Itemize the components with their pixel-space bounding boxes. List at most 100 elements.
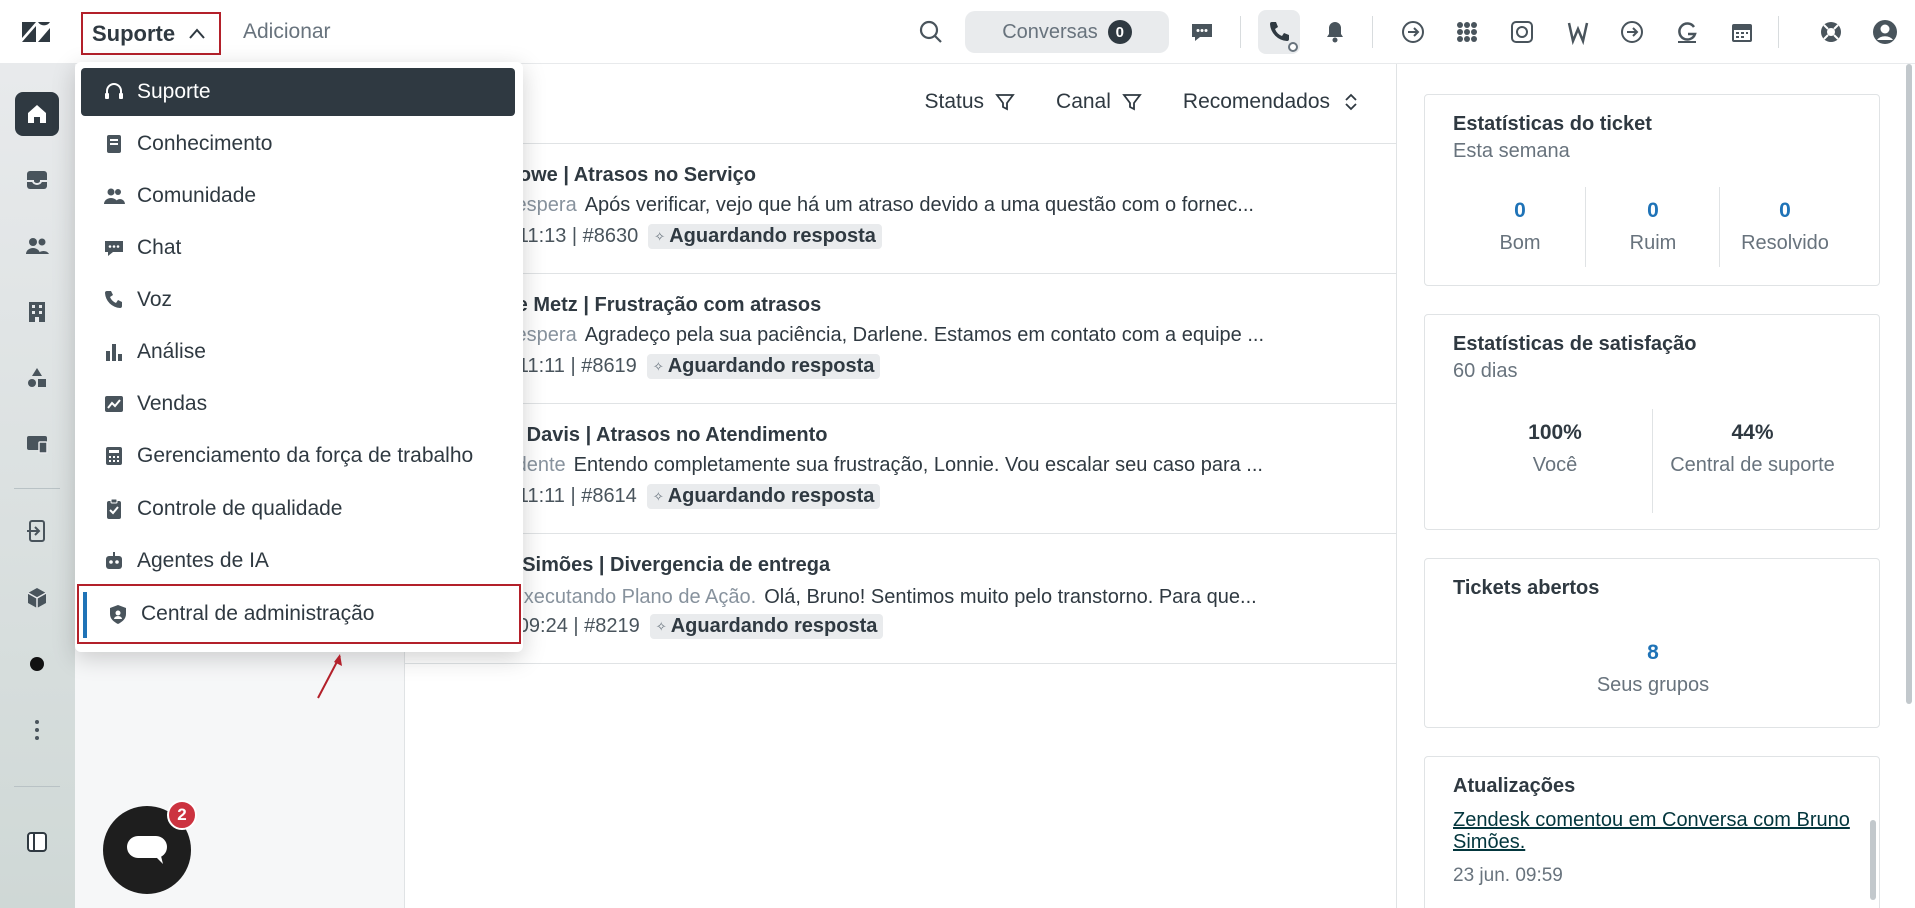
stat-you: 100% Você (1485, 421, 1625, 477)
list-filters: Status Canal Recomendados (924, 90, 1362, 114)
menu-item-analytics[interactable]: Análise (81, 328, 515, 376)
app-w-icon[interactable] (1563, 17, 1593, 47)
sparkle-icon: ✧ (655, 618, 667, 634)
menu-item-label: Voz (137, 288, 173, 311)
status-filter[interactable]: Status (924, 90, 1016, 114)
menu-item-sales[interactable]: Vendas (81, 380, 515, 428)
app-g-icon[interactable] (1672, 17, 1702, 47)
sort-chevrons-icon (1345, 93, 1357, 111)
stat-label: Resolvido (1741, 232, 1829, 254)
ticket-preview: PendenteEntendo completamente sua frustr… (480, 454, 1380, 477)
update-link[interactable]: Zendesk comentou em Conversa com Bruno S… (1453, 809, 1853, 853)
stat-value: 0 (1514, 199, 1526, 222)
nav-customers[interactable] (15, 224, 59, 268)
page-scrollbar[interactable] (1906, 64, 1912, 704)
menu-item-workforce[interactable]: Gerenciamento da força de trabalho (81, 432, 515, 480)
phone-button[interactable] (1258, 10, 1300, 54)
card-title: Tickets abertos (1453, 577, 1600, 599)
updates-scrollbar[interactable] (1870, 820, 1876, 900)
nav-reporting[interactable] (15, 422, 59, 466)
nav-home[interactable] (15, 92, 59, 136)
stat-bad[interactable]: 0 Ruim (1598, 199, 1708, 255)
nav-app-dot[interactable] (15, 642, 59, 686)
product-switcher-label: Suporte (92, 20, 176, 46)
updates-card: Atualizações Zendesk comentou em Convers… (1424, 756, 1880, 908)
ticket-list: Status Canal Recomendados th Howe | Atra… (405, 64, 1397, 908)
status-badge: ✧ Aguardando resposta (646, 354, 881, 379)
app-forward-icon[interactable] (1398, 17, 1428, 47)
stat-label: Seus grupos (1596, 674, 1710, 696)
book-icon (107, 135, 121, 153)
help-lifebuoy-icon[interactable] (1816, 17, 1846, 47)
ticket-row[interactable]: nnie Davis | Atrasos no Atendimento Pend… (405, 404, 1397, 534)
annotation-arrow-icon (317, 654, 342, 699)
add-button[interactable]: Adicionar (243, 20, 331, 44)
zendesk-logo-icon[interactable] (20, 18, 52, 46)
chat-icon (105, 241, 123, 256)
product-switcher-button[interactable]: Suporte (81, 12, 221, 55)
channel-filter-label: Canal (1056, 90, 1111, 113)
nav-organizations[interactable] (15, 290, 59, 334)
ticket-snippet: Após verificar, vejo que há um atraso de… (584, 194, 1254, 216)
nav-app-box[interactable] (15, 576, 59, 620)
headset-icon (105, 83, 123, 99)
panel-toggle-icon (27, 832, 47, 852)
menu-item-label: Agentes de IA (137, 549, 269, 572)
conversations-button[interactable]: Conversas 0 (965, 11, 1169, 53)
bell-icon[interactable] (1320, 17, 1350, 47)
stat-your-groups[interactable]: 8 Seus grupos (1553, 641, 1753, 697)
profile-avatar-icon[interactable] (1870, 17, 1900, 47)
calendar-icon[interactable] (1727, 17, 1757, 47)
menu-item-chat[interactable]: Chat (81, 224, 515, 272)
stat-solved[interactable]: 0 Resolvido (1725, 199, 1845, 255)
nav-collapse[interactable] (15, 820, 59, 864)
stat-divider (1585, 187, 1586, 267)
building-icon (29, 302, 45, 322)
app-grid-icon[interactable] (1452, 17, 1482, 47)
ticket-row[interactable]: th Howe | Atrasos no Serviço Em espera Ap… (405, 144, 1397, 274)
nav-app-transfer[interactable] (15, 509, 59, 553)
satisfaction-stats-card: Estatísticas de satisfação 60 dias 100% … (1424, 314, 1880, 530)
stat-good[interactable]: 0 Bom (1465, 199, 1575, 255)
ticket-meta-row: jun. 11:11 | #8614 ✧ Aguardando resposta (480, 484, 881, 509)
robot-icon (106, 552, 122, 569)
toolbar-divider (1372, 16, 1373, 48)
ticket-row[interactable]: uno Simões | Divergencia de entrega 🔎 Ex… (405, 534, 1397, 664)
menu-item-label: Análise (137, 340, 206, 363)
phone-icon (105, 291, 122, 308)
sort-dropdown[interactable]: Recomendados (1183, 90, 1362, 114)
chat-bubble-icon[interactable] (1187, 17, 1217, 47)
toolbar-divider (1240, 16, 1241, 48)
menu-item-knowledge[interactable]: Conhecimento (81, 120, 515, 168)
left-nav-rail (0, 64, 75, 908)
ticket-row[interactable]: rlene Metz | Frustração com atrasos Em e… (405, 274, 1397, 404)
channel-filter[interactable]: Canal (1056, 90, 1143, 114)
stat-value: 0 (1647, 199, 1659, 222)
chat-bubble-icon (127, 836, 167, 864)
menu-item-quality[interactable]: Controle de qualidade (81, 485, 515, 533)
menu-item-voice[interactable]: Voz (81, 276, 515, 324)
app-forward-icon[interactable] (1617, 17, 1647, 47)
nav-more[interactable] (15, 708, 59, 752)
nav-views[interactable] (15, 158, 59, 202)
filter-icon (995, 94, 1015, 111)
menu-item-ai-agents[interactable]: Agentes de IA (81, 537, 515, 585)
clipboard-check-icon (107, 498, 121, 519)
search-icon[interactable] (918, 19, 944, 45)
menu-item-support[interactable]: Suporte (81, 68, 515, 116)
filter-icon (1122, 94, 1142, 111)
menu-item-admin-center[interactable]: Central de administração (77, 584, 521, 644)
badge-label: Aguardando resposta (669, 225, 876, 247)
card-title: Estatísticas do ticket (1453, 113, 1652, 135)
menu-item-label: Vendas (137, 392, 208, 415)
app-whatsapp-icon[interactable] (1507, 17, 1537, 47)
device-stack-icon (27, 436, 48, 454)
status-badge: ✧ Aguardando resposta (648, 224, 882, 249)
status-badge: ✧ Aguardando resposta (646, 484, 881, 509)
menu-item-community[interactable]: Comunidade (81, 172, 515, 220)
nav-objects[interactable] (15, 356, 59, 400)
rail-divider (14, 786, 60, 787)
people-icon (104, 188, 125, 204)
people-icon (26, 238, 49, 254)
sparkle-icon: ✧ (652, 488, 664, 504)
